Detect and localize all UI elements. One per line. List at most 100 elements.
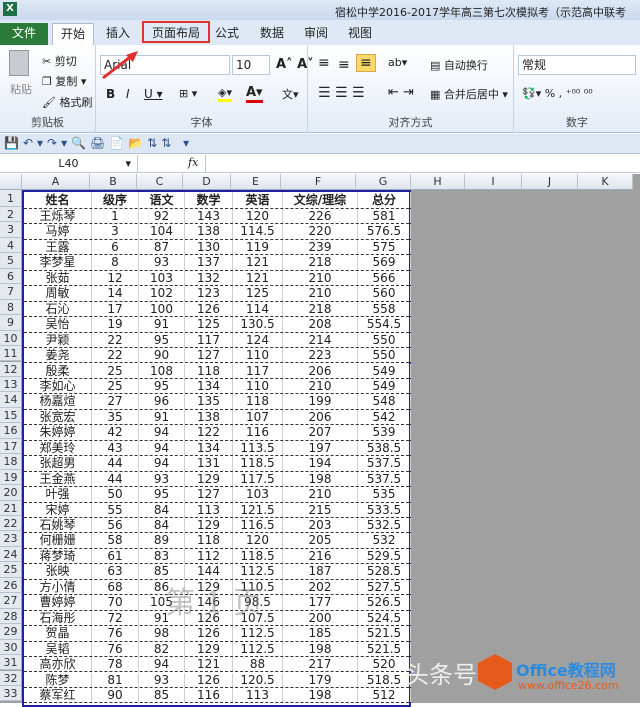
tab-view[interactable]: 视图: [340, 23, 380, 45]
table-cell[interactable]: 187: [283, 564, 358, 579]
table-cell[interactable]: 197: [283, 440, 358, 456]
table-cell[interactable]: 尹颖: [24, 332, 92, 348]
row-header[interactable]: 11: [0, 346, 22, 362]
table-cell[interactable]: 134: [185, 440, 233, 456]
paste-button[interactable]: 粘贴: [10, 81, 32, 97]
table-cell[interactable]: 217: [283, 657, 358, 672]
table-cell[interactable]: 535: [358, 487, 411, 502]
table-cell[interactable]: 226: [283, 209, 358, 224]
tab-review[interactable]: 审阅: [296, 23, 336, 45]
table-cell[interactable]: 529.5: [358, 548, 411, 564]
table-cell[interactable]: 126: [185, 301, 233, 317]
table-cell[interactable]: 144: [185, 564, 233, 579]
table-cell[interactable]: 姜尧: [24, 348, 92, 363]
table-cell[interactable]: 198: [283, 687, 358, 703]
row-header[interactable]: 20: [0, 485, 22, 501]
table-cell[interactable]: 569: [358, 255, 411, 270]
row-header[interactable]: 4: [0, 237, 22, 254]
table-cell[interactable]: 208: [283, 317, 358, 332]
row-header[interactable]: 22: [0, 516, 22, 532]
column-header-B[interactable]: B: [90, 174, 137, 190]
table-cell[interactable]: 93: [139, 255, 185, 270]
table-cell[interactable]: 14: [92, 286, 139, 301]
table-cell[interactable]: 203: [283, 518, 358, 533]
row-header[interactable]: 23: [0, 531, 22, 547]
table-cell[interactable]: 566: [358, 270, 411, 286]
table-cell[interactable]: 35: [92, 409, 139, 425]
table-cell[interactable]: 张超男: [24, 456, 92, 471]
column-header-E[interactable]: E: [231, 174, 281, 190]
table-cell[interactable]: 叶强: [24, 487, 92, 502]
table-cell[interactable]: 549: [358, 378, 411, 394]
underline-button[interactable]: U ▾: [144, 87, 163, 101]
table-cell[interactable]: 112: [185, 548, 233, 564]
row-header[interactable]: 33: [0, 685, 22, 702]
table-cell[interactable]: 210: [283, 487, 358, 502]
column-header-J[interactable]: J: [522, 174, 578, 190]
table-cell[interactable]: 83: [139, 548, 185, 564]
table-cell[interactable]: 218: [283, 301, 358, 317]
row-header[interactable]: 8: [0, 299, 22, 316]
table-cell[interactable]: 44: [92, 471, 139, 487]
table-cell[interactable]: 17: [92, 301, 139, 317]
table-cell[interactable]: 100: [139, 301, 185, 317]
table-cell[interactable]: 223: [283, 348, 358, 363]
table-cell[interactable]: 130: [185, 239, 233, 255]
table-cell[interactable]: 129: [185, 471, 233, 487]
table-cell[interactable]: 68: [92, 579, 139, 595]
table-cell[interactable]: 方小倩: [24, 579, 92, 595]
table-cell[interactable]: 94: [139, 456, 185, 471]
column-header-H[interactable]: H: [411, 174, 465, 190]
fx-icon[interactable]: fx: [188, 156, 198, 169]
cut-button[interactable]: ✂ 剪切: [42, 53, 77, 69]
table-cell[interactable]: 93: [139, 672, 185, 687]
row-header[interactable]: 32: [0, 670, 22, 686]
table-cell[interactable]: 532: [358, 533, 411, 548]
table-cell[interactable]: 113: [233, 687, 283, 703]
table-cell[interactable]: 554.5: [358, 317, 411, 332]
table-cell[interactable]: 103: [139, 270, 185, 286]
column-header-A[interactable]: A: [22, 174, 90, 190]
table-cell[interactable]: 121.5: [233, 502, 283, 517]
row-header[interactable]: 12: [0, 361, 22, 377]
row-header[interactable]: 10: [0, 330, 22, 347]
table-cell[interactable]: 127: [185, 348, 233, 363]
table-cell[interactable]: 129: [185, 518, 233, 533]
table-cell[interactable]: 84: [139, 518, 185, 533]
table-cell[interactable]: 126: [185, 626, 233, 641]
table-cell[interactable]: 120.5: [233, 672, 283, 687]
column-title[interactable]: 级序: [92, 192, 139, 208]
table-cell[interactable]: 206: [283, 363, 358, 378]
table-cell[interactable]: 117.5: [233, 471, 283, 487]
format-painter-button[interactable]: 🖌 格式刷: [42, 94, 92, 110]
table-cell[interactable]: 25: [92, 378, 139, 394]
table-cell[interactable]: 124: [233, 332, 283, 348]
table-cell[interactable]: 120: [233, 209, 283, 224]
table-cell[interactable]: 537.5: [358, 456, 411, 471]
table-cell[interactable]: 103: [233, 487, 283, 502]
table-cell[interactable]: 蔡军红: [24, 687, 92, 703]
table-cell[interactable]: 张映: [24, 564, 92, 579]
table-cell[interactable]: 李梦星: [24, 255, 92, 270]
table-cell[interactable]: 200: [283, 610, 358, 626]
fill-color-button[interactable]: ◈▾: [218, 86, 232, 102]
tab-file[interactable]: 文件: [0, 23, 48, 45]
table-cell[interactable]: 202: [283, 579, 358, 595]
table-cell[interactable]: 532.5: [358, 518, 411, 533]
table-cell[interactable]: 118.5: [233, 548, 283, 564]
table-cell[interactable]: 537.5: [358, 471, 411, 487]
table-cell[interactable]: 512: [358, 687, 411, 703]
row-header[interactable]: 19: [0, 469, 22, 486]
table-cell[interactable]: 177: [283, 595, 358, 610]
table-cell[interactable]: 117: [233, 363, 283, 378]
align-bottom-button[interactable]: ≡: [356, 54, 376, 72]
table-cell[interactable]: 118: [233, 394, 283, 409]
wrap-text-button[interactable]: ▤ 自动换行: [430, 57, 488, 73]
column-title[interactable]: 文综/理综: [283, 192, 358, 208]
table-cell[interactable]: 528.5: [358, 564, 411, 579]
table-cell[interactable]: 121: [233, 255, 283, 270]
tab-data[interactable]: 数据: [252, 23, 292, 45]
table-cell[interactable]: 526.5: [358, 595, 411, 610]
italic-button[interactable]: I: [126, 87, 130, 101]
table-cell[interactable]: 138: [185, 224, 233, 239]
